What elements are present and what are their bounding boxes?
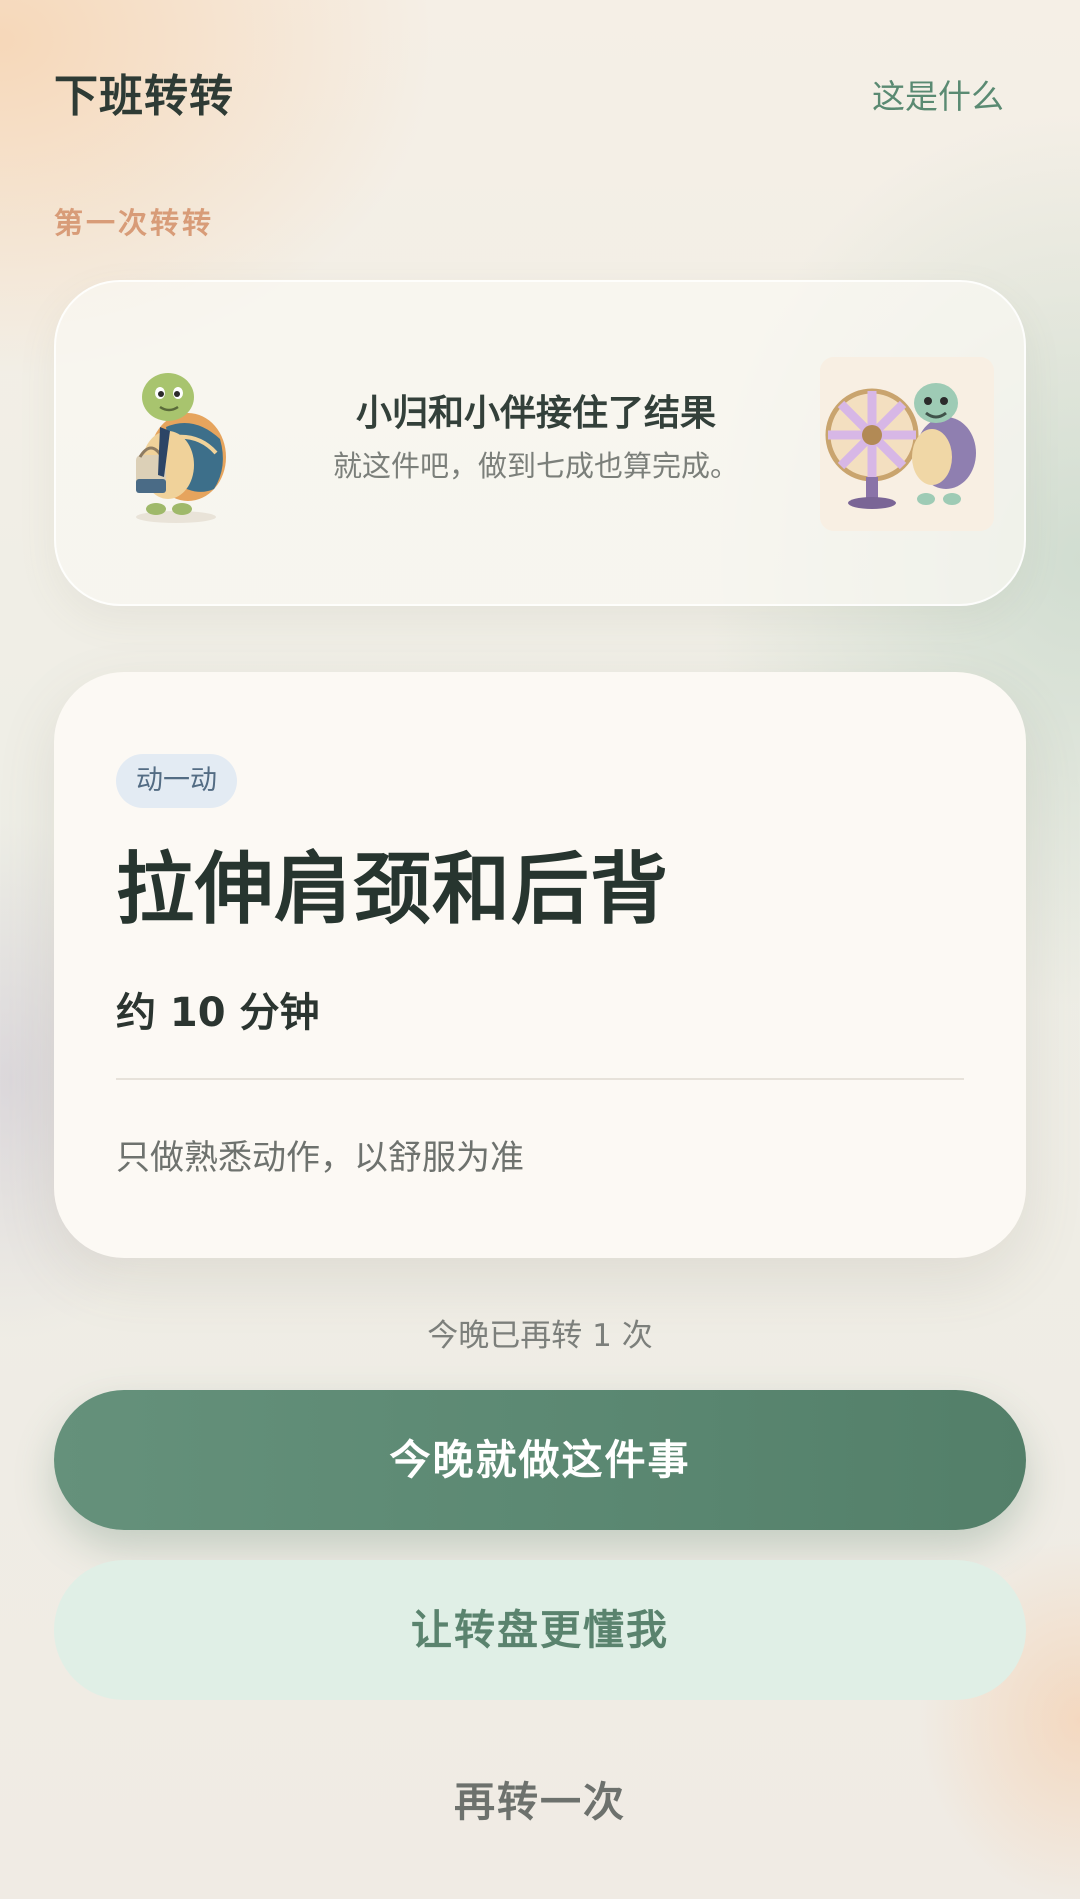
app-screen: 下班转转 这是什么 第一次转转 小归和小伴接住了结果 就这件吧，做到七成也算完成… — [0, 0, 1080, 1899]
task-title: 拉伸肩颈和后背 — [116, 845, 670, 935]
task-note: 只做熟悉动作，以舒服为准 — [116, 1138, 524, 1178]
app-title: 下班转转 — [54, 71, 234, 122]
result-card: 动一动 拉伸肩颈和后背 约 10 分钟 只做熟悉动作，以舒服为准 — [54, 672, 1026, 1258]
spin-count-text: 今晚已再转 1 次 — [427, 1318, 653, 1354]
task-duration: 约 10 分钟 — [116, 990, 320, 1036]
turtle-with-wheel-icon — [820, 357, 994, 531]
what-is-this-link[interactable]: 这是什么 — [872, 70, 1004, 118]
turtle-with-tote-bag-icon — [116, 357, 236, 525]
result-notice-card: 小归和小伴接住了结果 就这件吧，做到七成也算完成。 — [54, 280, 1026, 606]
category-badge: 动一动 — [116, 754, 237, 808]
notice-subtitle: 就这件吧，做到七成也算完成。 — [332, 449, 739, 484]
do-it-tonight-button[interactable]: 今晚就做这件事 — [54, 1390, 1026, 1530]
notice-title: 小归和小伴接住了结果 — [355, 393, 716, 434]
section-label: 第一次转转 — [54, 206, 215, 240]
notice-text: 小归和小伴接住了结果 就这件吧，做到七成也算完成。 — [286, 392, 786, 484]
spin-again-button[interactable]: 再转一次 — [0, 1768, 1080, 1828]
personalize-wheel-button[interactable]: 让转盘更懂我 — [54, 1560, 1026, 1700]
card-divider — [116, 1078, 964, 1080]
